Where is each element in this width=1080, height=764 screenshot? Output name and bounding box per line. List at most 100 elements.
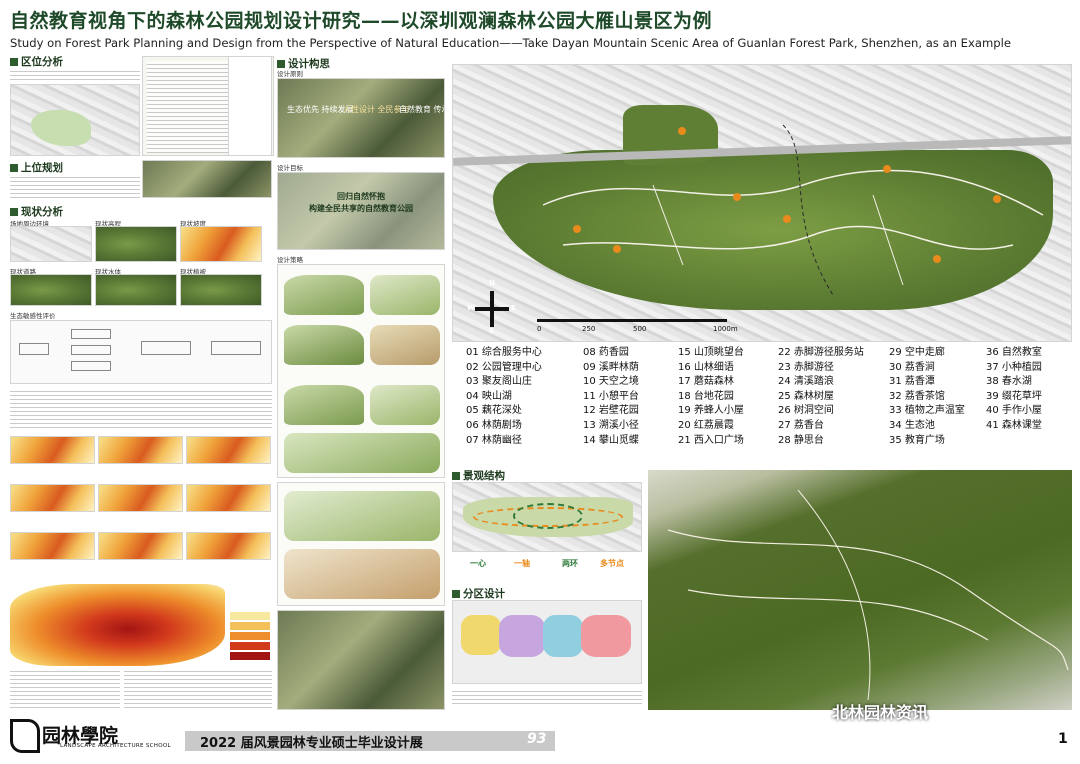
strategy-illustrations-2 xyxy=(277,482,445,606)
factor-map-9 xyxy=(186,532,271,560)
legend-item: 04 映山湖 xyxy=(466,390,512,402)
poster-title-zh: 自然教育视角下的森林公园规划设计研究——以深圳观澜森林公园大雁山景区为例 xyxy=(10,10,713,32)
legend-item: 23 赤脚游径 xyxy=(778,361,834,373)
principles-photos: 生态优先 持续发展 人性设计 全民参与 自然教育 传承文化 xyxy=(277,78,445,158)
strategy-illustrations xyxy=(277,264,445,478)
legend-item: 37 小种植园 xyxy=(986,361,1042,373)
sensitivity-table xyxy=(10,668,120,708)
legend-item: 15 山顶眺望台 xyxy=(678,347,744,358)
legend-item: 14 攀山觅蝶 xyxy=(583,434,639,446)
goal-line-2: 构建全民共享的自然教育公园 xyxy=(309,204,413,213)
status-map-elevation xyxy=(95,226,177,262)
legend-item: 22 赤脚游径服务站 xyxy=(778,347,864,358)
legend-item: 12 岩壁花园 xyxy=(583,405,639,417)
scale-bar: 0 250 500 1000m xyxy=(537,317,738,337)
upper-plan-text xyxy=(10,174,140,198)
section-landscape-structure: 景观结构 xyxy=(452,468,505,483)
structure-nodes: 多节点 xyxy=(600,559,624,568)
legend-item: 02 公园管理中心 xyxy=(466,361,542,373)
legend-col-4: 22 赤脚游径服务站 23 赤脚游径 24 清溪踏浪 25 森林树屋 26 树洞… xyxy=(778,346,864,448)
legend-item: 20 红荔晨霞 xyxy=(678,419,734,431)
factor-map-6 xyxy=(186,484,271,512)
legend-item: 30 荔香涧 xyxy=(889,361,935,373)
eco-eval-flowchart xyxy=(10,320,272,384)
legend-item: 11 小憩平台 xyxy=(583,390,639,402)
legend-item: 29 空中走廊 xyxy=(889,347,945,358)
sensitivity-text xyxy=(124,668,272,708)
site-legend: 01 综合服务中心 02 公园管理中心 03 聚友阁山庄 04 映山湖 05 藕… xyxy=(466,346,1066,466)
legend-item: 27 荔香台 xyxy=(778,419,824,431)
compass-icon: N S W E xyxy=(467,279,516,335)
exhibition-title: 2022 届风景园林专业硕士毕业设计展 xyxy=(200,736,423,751)
legend-item: 34 生态池 xyxy=(889,419,935,431)
status-map-vegetation xyxy=(180,274,262,306)
aerial-rendering xyxy=(648,470,1072,710)
goal-label: 设计目标 xyxy=(277,164,303,172)
principles-label: 设计原则 xyxy=(277,70,303,78)
wechat-watermark: 北林园林资讯 xyxy=(832,703,929,722)
activity-photos xyxy=(277,610,445,710)
page-number: 1 xyxy=(1058,731,1068,747)
legend-item: 18 台地花园 xyxy=(678,390,734,402)
legend-item: 17 蘑菇森林 xyxy=(678,376,734,388)
structure-labels: 一心 一轴 两环 多节点 xyxy=(470,558,640,578)
legend-item: 08 药香园 xyxy=(583,347,629,358)
goal-panel: 回归自然怀抱 构建全民共享的自然教育公园 xyxy=(277,172,445,250)
legend-item: 24 清溪踏浪 xyxy=(778,376,834,388)
status-map-water xyxy=(95,274,177,306)
master-plan-map: N S W E 0 250 500 1000m xyxy=(452,64,1072,342)
structure-map xyxy=(452,482,642,552)
legend-col-3: 15 山顶眺望台 16 山林细语 17 蘑菇森林 18 台地花园 19 养蜂人小… xyxy=(678,346,744,448)
legend-item: 32 荔香茶馆 xyxy=(889,390,945,402)
legend-item: 16 山林细语 xyxy=(678,361,734,373)
structure-axis: 一轴 xyxy=(514,559,530,568)
legend-item: 40 手作小屋 xyxy=(986,405,1042,417)
legend-item: 07 林荫幽径 xyxy=(466,434,522,446)
zoning-map xyxy=(452,600,642,684)
school-logo-subtitle: LANDSCAPE ARCHITECTURE SCHOOL xyxy=(60,743,171,749)
factor-map-2 xyxy=(98,436,183,464)
status-map-surroundings xyxy=(10,226,92,262)
footer: 园林學院 LANDSCAPE ARCHITECTURE SCHOOL 2022 … xyxy=(0,703,1080,759)
legend-item: 28 静思台 xyxy=(778,434,824,446)
principle-3: 自然教育 传承文化 xyxy=(399,105,444,114)
sensitivity-legend xyxy=(230,612,270,662)
legend-item: 19 养蜂人小屋 xyxy=(678,405,744,417)
legend-col-2: 08 药香园 09 溪畔林荫 10 天空之境 11 小憩平台 12 岩壁花园 1… xyxy=(583,346,639,448)
status-map-slope xyxy=(180,226,262,262)
legend-col-1: 01 综合服务中心 02 公园管理中心 03 聚友阁山庄 04 映山湖 05 藕… xyxy=(466,346,542,448)
school-logo-icon xyxy=(10,719,40,753)
legend-item: 38 春水湖 xyxy=(986,376,1032,388)
legend-item: 01 综合服务中心 xyxy=(466,347,542,358)
goal-line-1: 回归自然怀抱 xyxy=(337,192,385,201)
section-status: 现状分析 xyxy=(10,204,63,219)
zoning-legend xyxy=(452,688,642,706)
legend-item: 41 森林课堂 xyxy=(986,419,1042,431)
sensitivity-map xyxy=(10,584,225,666)
factor-map-1 xyxy=(10,436,95,464)
legend-item: 13 溯溪小径 xyxy=(583,419,639,431)
legend-item: 03 聚友阁山庄 xyxy=(466,376,532,388)
structure-center: 一心 xyxy=(470,559,486,568)
upper-plan-icons xyxy=(228,56,272,156)
legend-item: 05 藕花深处 xyxy=(466,405,522,417)
factor-map-8 xyxy=(98,532,183,560)
legend-item: 31 荔香潭 xyxy=(889,376,935,388)
section-location: 区位分析 xyxy=(10,54,63,69)
legend-item: 21 西入口广场 xyxy=(678,434,744,446)
legend-col-6: 36 自然教室 37 小种植园 38 春水湖 39 缀花草坪 40 手作小屋 4… xyxy=(986,346,1042,434)
location-map-region xyxy=(10,84,140,156)
upper-plan-photos xyxy=(142,160,272,198)
poster-title-en: Study on Forest Park Planning and Design… xyxy=(10,36,1011,50)
legend-item: 25 森林树屋 xyxy=(778,390,834,402)
strategy-label: 设计策略 xyxy=(277,256,303,264)
legend-col-5: 29 空中走廊 30 荔香涧 31 荔香潭 32 荔香茶馆 33 植物之声温室 … xyxy=(889,346,965,448)
factor-map-3 xyxy=(186,436,271,464)
section-upper-plan: 上位规划 xyxy=(10,160,63,175)
legend-item: 06 林荫剧场 xyxy=(466,419,522,431)
trail-network xyxy=(542,124,1044,296)
legend-item: 39 缀花草坪 xyxy=(986,390,1042,402)
factor-map-4 xyxy=(10,484,95,512)
legend-item: 10 天空之境 xyxy=(583,376,639,388)
legend-item: 35 教育广场 xyxy=(889,434,945,446)
